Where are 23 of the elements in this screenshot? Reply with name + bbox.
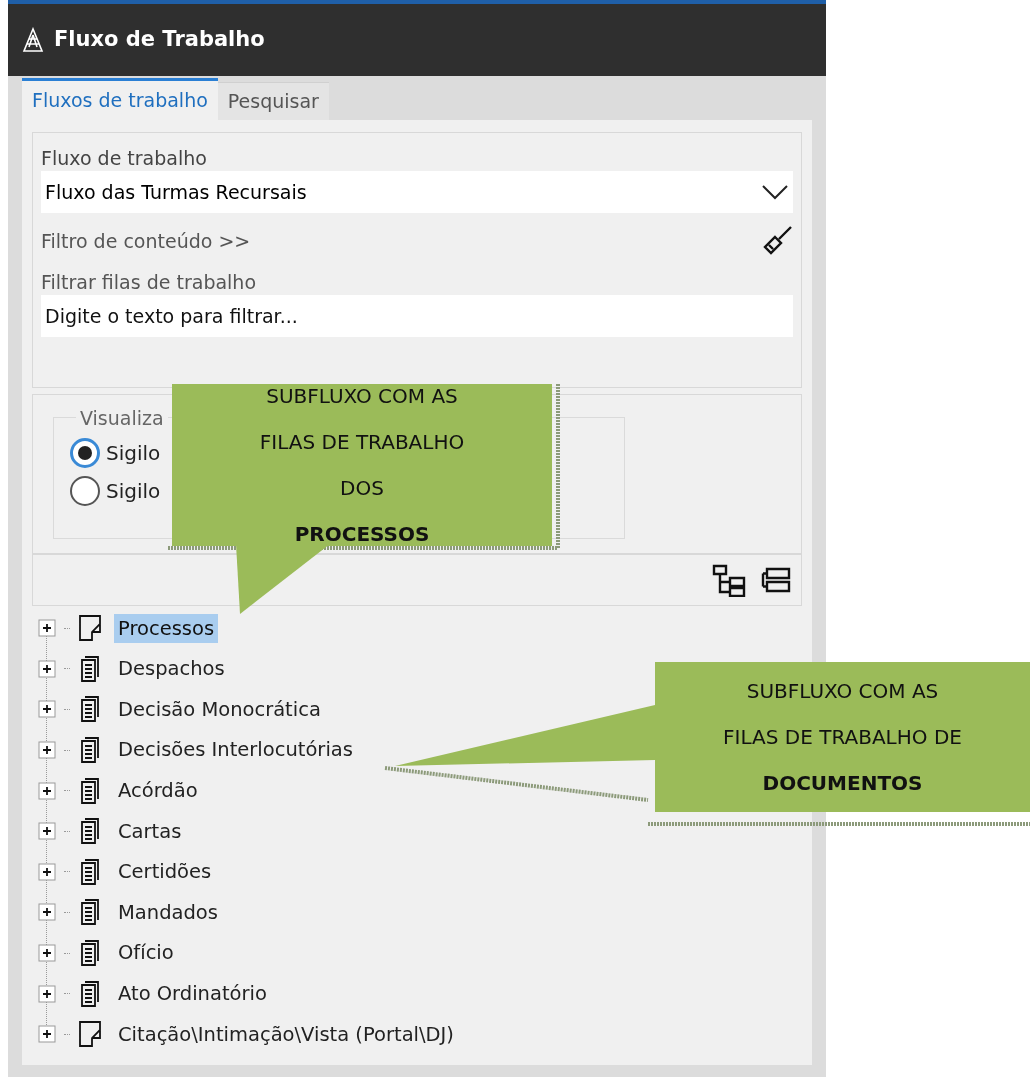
- tree-item[interactable]: Ofício: [114, 938, 178, 968]
- content-filter-link[interactable]: Filtro de conteúdo >>: [41, 226, 251, 256]
- tree-item[interactable]: Acórdão: [114, 776, 202, 806]
- callout-text: SUBFLUXO COM AS FILAS DE TRABALHO DE DOCUMENTOS: [655, 662, 1030, 812]
- tree-item[interactable]: Ato Ordinatório: [114, 979, 271, 1009]
- field-label: Filtrar filas de trabalho: [41, 270, 258, 295]
- radio-label: Sigilo: [106, 478, 161, 505]
- workflow-dropdown[interactable]: Fluxo das Turmas Recursais: [41, 171, 793, 213]
- tree-item[interactable]: Decisão Monocrática: [114, 694, 325, 725]
- filter-input[interactable]: Digite o texto para filtrar...: [41, 295, 793, 337]
- window-title: Fluxo de Trabalho: [54, 26, 265, 54]
- tree-item[interactable]: Citação\Intimação\Vista (Portal\DJ): [114, 1019, 458, 1049]
- field-label: Fluxo de trabalho: [41, 146, 208, 171]
- dropdown-value: Fluxo das Turmas Recursais: [45, 179, 307, 205]
- tree-item[interactable]: Mandados: [114, 897, 222, 928]
- tab[interactable]: Fluxos de trabalho: [22, 78, 218, 120]
- tree-item[interactable]: Processos: [114, 613, 219, 643]
- tree-item[interactable]: Certidões: [114, 857, 216, 887]
- tree-item[interactable]: Despachos: [114, 654, 229, 684]
- radio-label: Sigilo: [106, 440, 161, 467]
- tab[interactable]: Pesquisar: [217, 82, 329, 120]
- tree-item[interactable]: Cartas: [114, 816, 186, 846]
- tree-item[interactable]: Decisões Interlocutórias: [114, 735, 357, 765]
